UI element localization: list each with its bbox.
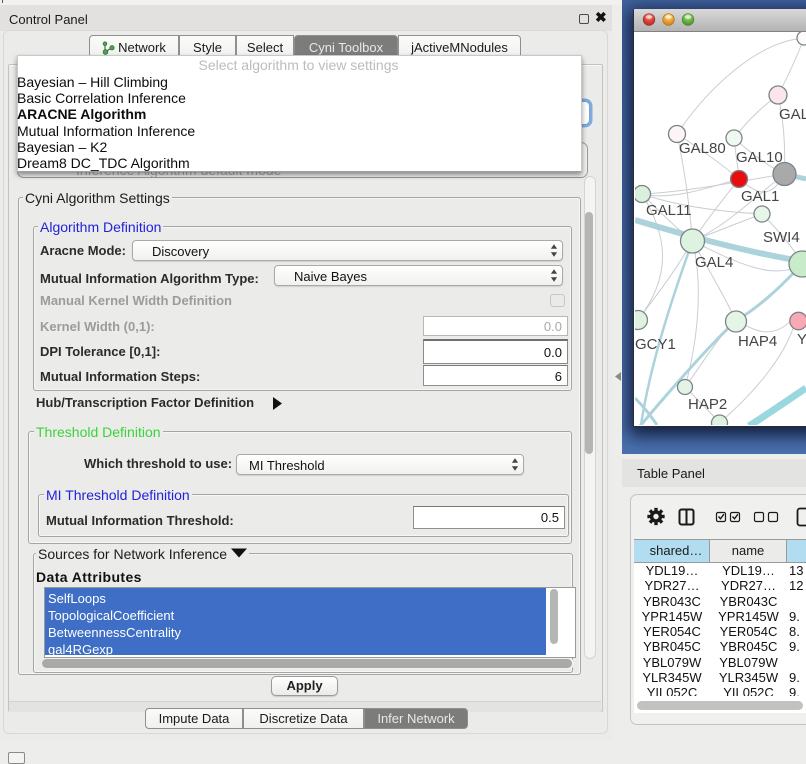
svg-text:GAL80: GAL80 xyxy=(679,140,726,157)
svg-text:GAL10: GAL10 xyxy=(736,149,783,166)
svg-text:GCY1: GCY1 xyxy=(635,336,676,353)
svg-text:HAP2: HAP2 xyxy=(688,396,727,413)
svg-text:SWI4: SWI4 xyxy=(763,229,800,246)
svg-text:GAL4: GAL4 xyxy=(695,254,733,271)
svg-text:HAP4: HAP4 xyxy=(738,333,777,350)
svg-text:GAL1: GAL1 xyxy=(741,188,779,205)
svg-text:GAL2: GAL2 xyxy=(779,106,806,123)
svg-text:GAL11: GAL11 xyxy=(646,202,692,219)
svg-text:Y: Y xyxy=(797,331,806,348)
